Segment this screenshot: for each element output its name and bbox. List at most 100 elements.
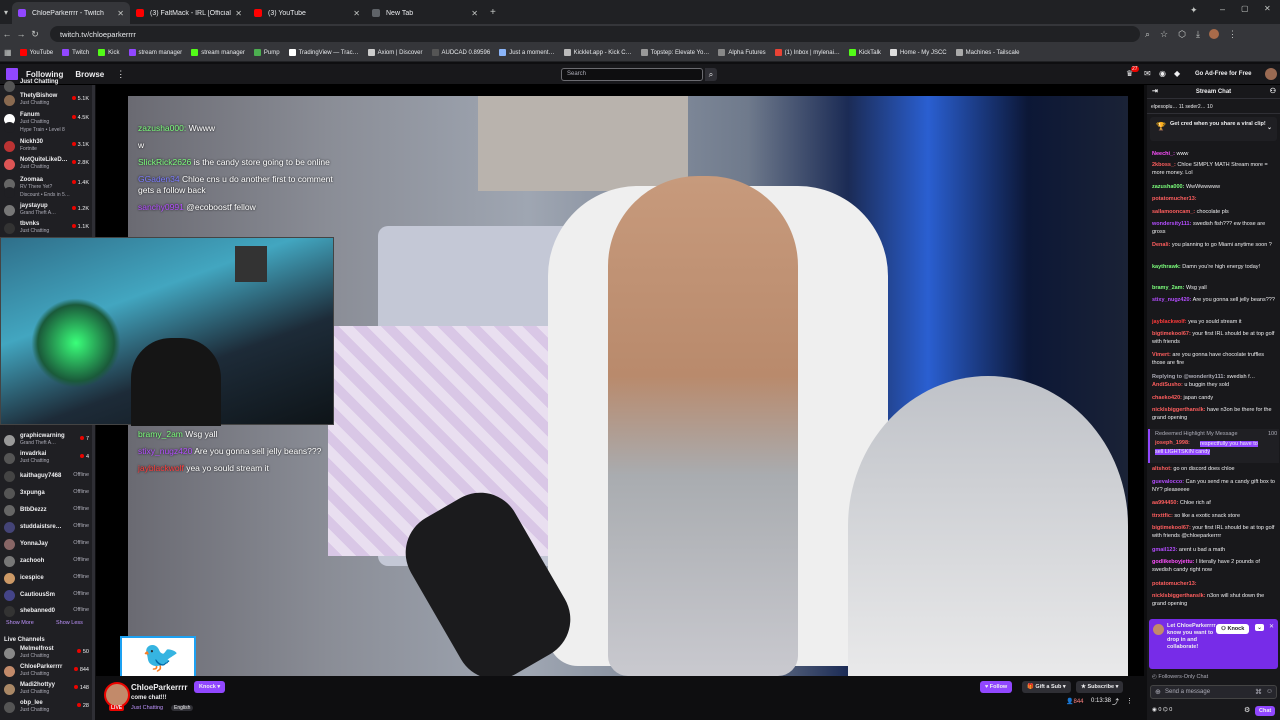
reload-icon[interactable]: ↻ bbox=[28, 29, 42, 40]
maximize-icon[interactable]: ▢ bbox=[1241, 4, 1249, 13]
bookmark-item[interactable]: Twitch bbox=[62, 49, 89, 56]
top-gifters[interactable]: elpesoplu… 11 seder2… 10 bbox=[1147, 100, 1280, 114]
sidebar-channel[interactable]: tbvnks Just Chatting 1.1K bbox=[3, 221, 93, 235]
bookmark-item[interactable]: Just a moment… bbox=[499, 49, 555, 56]
collapse-chat-icon[interactable]: ⇥ bbox=[1152, 85, 1158, 99]
tab-new-tab[interactable]: New Tab ✕ bbox=[366, 2, 484, 24]
tab-close-icon[interactable]: ✕ bbox=[471, 9, 478, 18]
extension-sparkle-icon[interactable]: ✦ bbox=[1190, 5, 1198, 16]
chat-username[interactable]: gmail123: bbox=[1152, 547, 1177, 553]
zoom-icon[interactable]: ⌕ bbox=[1145, 29, 1150, 40]
user-avatar[interactable] bbox=[1265, 68, 1277, 80]
browse-link[interactable]: Browse bbox=[75, 70, 104, 79]
stream-category-link[interactable]: Just Chatting bbox=[131, 705, 163, 711]
chat-username[interactable]: godlikeboyjettu: bbox=[1152, 559, 1194, 565]
minimize-icon[interactable]: – bbox=[1220, 4, 1225, 14]
emote-picker-icon[interactable]: ☺ bbox=[1266, 688, 1273, 695]
apps-grid-icon[interactable]: ▦ bbox=[4, 48, 12, 57]
chat-input[interactable]: ⊕ Send a message ⌘ ☺ bbox=[1150, 685, 1277, 699]
sidebar-channel[interactable]: studdaistsre… Offline bbox=[3, 520, 93, 534]
tab-youtube[interactable]: (3) YouTube ✕ bbox=[248, 2, 366, 24]
extensions-icon[interactable]: ⬡ bbox=[1178, 29, 1186, 40]
tab-close-icon[interactable]: ✕ bbox=[117, 9, 124, 18]
bookmark-item[interactable]: AUDCAD 0.89596 bbox=[431, 49, 490, 56]
sidebar-channel[interactable]: 3xpunga Offline bbox=[3, 486, 93, 500]
share-icon[interactable]: ⤴ bbox=[1112, 697, 1119, 707]
search-icon[interactable]: ⌕ bbox=[705, 68, 717, 81]
chat-username[interactable]: wondersity111: bbox=[1152, 221, 1191, 227]
sidebar-channel[interactable]: zachooh Offline bbox=[3, 554, 93, 568]
bookmark-item[interactable]: Home - My JSCC bbox=[889, 49, 947, 56]
search-input[interactable]: Search bbox=[561, 68, 703, 81]
bookmark-item[interactable]: Topstep: Elevate Yo… bbox=[640, 49, 709, 56]
subscribe-button[interactable]: ★ Subscribe ▾ bbox=[1076, 681, 1124, 693]
chat-username[interactable]: Denali: bbox=[1152, 242, 1170, 248]
follow-button[interactable]: ♥ Follow bbox=[980, 681, 1013, 693]
back-arrow-icon[interactable]: ← bbox=[0, 29, 14, 39]
sidebar-channel[interactable]: BtbDezzz Offline bbox=[3, 503, 93, 517]
chat-send-button[interactable]: Chat bbox=[1255, 706, 1276, 716]
sidebar-channel[interactable]: CautiousSm Offline bbox=[3, 588, 93, 602]
bookmark-star-icon[interactable]: ☆ bbox=[1160, 29, 1168, 40]
chat-username[interactable]: stixy_nugz420: bbox=[1152, 297, 1191, 303]
gift-sub-button[interactable]: 🎁 Gift a Sub ▾ bbox=[1022, 681, 1071, 693]
sidebar-channel[interactable]: graphicwarning Grand Theft A… 7 bbox=[3, 433, 93, 447]
bookmark-item[interactable]: YouTube bbox=[19, 49, 53, 56]
tab-twitch[interactable]: ChloeParkerrrr - Twitch ✕ bbox=[12, 2, 130, 24]
chat-username[interactable]: sallamooncam_: bbox=[1152, 209, 1195, 215]
bookmark-item[interactable]: Machines - Tailscale bbox=[955, 49, 1020, 56]
show-less-link[interactable]: Show Less bbox=[56, 620, 83, 626]
chat-username[interactable]: bramy_2am: bbox=[1152, 285, 1184, 291]
sidebar-channel[interactable]: obp_lee Just Chatting 28 bbox=[3, 700, 93, 714]
bookmark-item[interactable]: (1) Inbox | mylenai… bbox=[774, 49, 840, 56]
notification-bell-icon[interactable]: ◉ bbox=[1159, 69, 1166, 78]
more-kebab-icon[interactable]: ⋮ bbox=[116, 69, 125, 80]
chat-username[interactable]: Neechi_: bbox=[1152, 151, 1175, 157]
sidebar-channel[interactable]: jaystayup Grand Theft A… 1.2K bbox=[3, 203, 93, 217]
sidebar-channel[interactable]: Nickh30 Fortnite 3.1K bbox=[3, 139, 93, 153]
sidebar-channel[interactable]: YonnaJay Offline bbox=[3, 537, 93, 551]
bookmark-item[interactable]: KickTalk bbox=[848, 49, 881, 56]
chat-gift-icon[interactable]: ⊕ bbox=[1155, 688, 1161, 696]
chevron-down-icon[interactable]: ⌄ bbox=[1267, 125, 1272, 132]
download-icon[interactable]: ⤓ bbox=[1196, 29, 1200, 40]
bookmark-item[interactable]: stream manager bbox=[191, 49, 245, 56]
bookmark-item[interactable]: Kicklet.app - Kick C… bbox=[563, 49, 632, 56]
show-more-link[interactable]: Show More bbox=[6, 620, 34, 626]
bookmark-item[interactable]: Alpha Futures bbox=[718, 49, 766, 56]
chat-username[interactable]: 2kboss_: bbox=[1152, 162, 1176, 168]
sidebar-channel[interactable]: NotQuiteLikeD… Just Chatting 2.8K bbox=[3, 157, 93, 171]
chat-username[interactable]: bigtimekool67: bbox=[1152, 331, 1191, 337]
chat-username[interactable]: aa994450: bbox=[1152, 500, 1178, 506]
sidebar-channel[interactable]: Discount • Ends in 5… bbox=[3, 185, 93, 199]
chat-username[interactable]: jayblackwolf: bbox=[1152, 319, 1187, 325]
clip-banner[interactable]: 🏆 Get cred when you share a viral clip! … bbox=[1150, 117, 1277, 141]
chat-command-icon[interactable]: ⌘ bbox=[1255, 688, 1262, 696]
sidebar-channel[interactable]: Just Chatting bbox=[3, 79, 93, 93]
chat-username[interactable]: kaythrawk: bbox=[1152, 264, 1181, 270]
tab-close-icon[interactable]: ✕ bbox=[353, 9, 360, 18]
chat-username[interactable]: altshot: bbox=[1152, 466, 1172, 472]
chat-username[interactable]: nicklsbiggerthanslk: bbox=[1152, 593, 1206, 599]
bits-diamond-icon[interactable]: ◆ bbox=[1174, 69, 1180, 78]
sidebar-channel[interactable]: Melmelfrost Just Chatting 50 bbox=[3, 646, 93, 660]
streamer-name[interactable]: ChloeParkerrrr bbox=[131, 683, 187, 692]
sidebar-channel[interactable]: invadrkai Just Chatting 4 bbox=[3, 451, 93, 465]
chat-username[interactable]: zazusha000: bbox=[1152, 184, 1184, 190]
sidebar-channel[interactable]: icespice Offline bbox=[3, 571, 93, 585]
promo-knock-button[interactable]: ⚇ Knock bbox=[1216, 624, 1250, 634]
chat-username[interactable]: Vimert: bbox=[1152, 352, 1171, 358]
bookmark-item[interactable]: Axiom | Discover bbox=[367, 49, 423, 56]
chat-username[interactable]: potatomucher13: bbox=[1152, 196, 1197, 202]
tab-close-icon[interactable]: ✕ bbox=[235, 9, 242, 18]
chat-username[interactable]: bigtimekool67: bbox=[1152, 525, 1191, 531]
window-close-icon[interactable]: ✕ bbox=[1264, 4, 1271, 13]
bookmark-item[interactable]: Kick bbox=[98, 49, 120, 56]
sidebar-channel[interactable]: Hype Train • Level 8 bbox=[3, 120, 93, 134]
promo-close-icon[interactable]: ✕ bbox=[1269, 623, 1274, 630]
bookmark-item[interactable]: stream manager bbox=[128, 49, 182, 56]
inbox-icon[interactable]: ✉ bbox=[1144, 69, 1151, 78]
tab-search-icon[interactable]: ▾ bbox=[0, 8, 12, 17]
chat-username[interactable]: chaeko420: bbox=[1152, 395, 1182, 401]
bookmark-item[interactable]: TradingView — Trac… bbox=[288, 49, 359, 56]
